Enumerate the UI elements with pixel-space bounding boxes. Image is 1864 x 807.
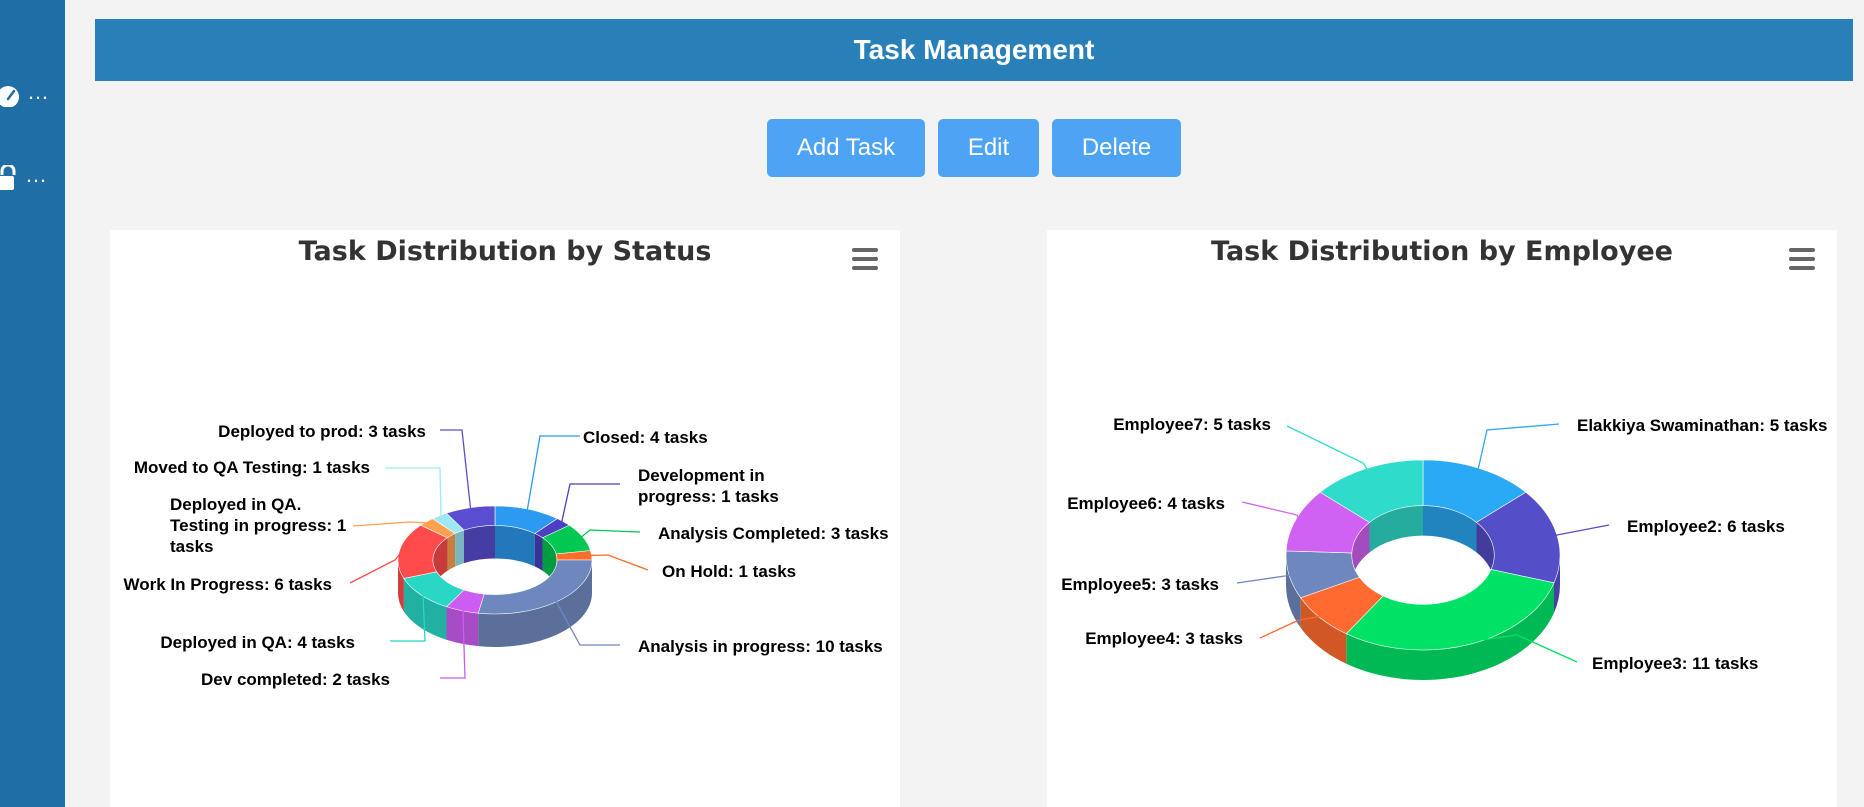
data-label: Employee7: 5 tasks <box>1113 415 1271 434</box>
data-label: Work In Progress: 6 tasks <box>124 575 333 594</box>
connector-line <box>1236 573 1294 584</box>
connector-line <box>1241 501 1301 521</box>
edit-button[interactable]: Edit <box>938 119 1039 177</box>
connector-line <box>588 554 649 571</box>
connector-line <box>560 483 620 524</box>
employee-donut-chart: Elakkiya Swaminathan: 5 tasks Employee2: … <box>1061 415 1827 680</box>
connector-line <box>1477 423 1560 472</box>
connector-line <box>440 429 472 510</box>
connector-line <box>349 550 403 584</box>
donut-slice-inner-wall <box>495 525 535 567</box>
page-header: Task Management <box>95 19 1853 81</box>
status-donut-chart: Closed: 4 tasks Development in progress: 1… <box>124 422 889 689</box>
connector-line <box>526 435 580 511</box>
sidebar-item-label: … <box>27 79 50 104</box>
data-label: Analysis in progress: 10 tasks <box>638 637 883 656</box>
page-title: Task Management <box>853 34 1095 65</box>
data-label: Moved to QA Testing: 1 tasks <box>134 458 370 477</box>
donut-slice-inner-wall <box>455 530 464 567</box>
data-label: Employee4: 3 tasks <box>1085 629 1243 648</box>
data-label: Closed: 4 tasks <box>583 428 708 447</box>
delete-button[interactable]: Delete <box>1052 119 1181 177</box>
data-label: Dev completed: 2 tasks <box>201 670 390 689</box>
toolbar: Add Task Edit Delete <box>0 119 1864 177</box>
connector-line <box>385 467 442 518</box>
donut-slice-inner-wall <box>463 525 495 564</box>
data-label: Employee5: 3 tasks <box>1061 575 1219 594</box>
dashboard-gauge-icon <box>0 83 24 107</box>
data-label: Deployed to prod: 3 tasks <box>218 422 426 441</box>
connector-line <box>579 529 641 539</box>
data-label: Deployed in QA: 4 tasks <box>160 633 355 652</box>
data-label: Employee3: 11 tasks <box>1592 654 1758 673</box>
status-chart-panel: Task Distribution by Status Closed: 4 ta… <box>110 230 900 807</box>
data-label: Development in progress: 1 tasks <box>638 466 779 506</box>
data-label: Analysis Completed: 3 tasks <box>658 524 889 543</box>
employee-chart-panel: Task Distribution by Employee Elakkiya S… <box>1047 230 1837 807</box>
data-label: Deployed in QA. Testing in progress: 1 tas… <box>170 495 346 556</box>
add-task-button[interactable]: Add Task <box>767 119 925 177</box>
connector-line <box>1286 425 1369 472</box>
donut-slice-inner-wall <box>534 533 543 571</box>
data-label: Employee2: 6 tasks <box>1627 517 1785 536</box>
data-label: On Hold: 1 tasks <box>662 562 796 581</box>
connector-line <box>1552 524 1610 537</box>
sidebar-item-dashboard[interactable]: … <box>0 75 65 115</box>
data-label: Employee6: 4 tasks <box>1067 494 1225 513</box>
donut-slice-inner-wall <box>447 533 456 571</box>
connector-line <box>352 521 429 527</box>
data-label: Elakkiya Swaminathan: 5 tasks <box>1577 416 1827 435</box>
